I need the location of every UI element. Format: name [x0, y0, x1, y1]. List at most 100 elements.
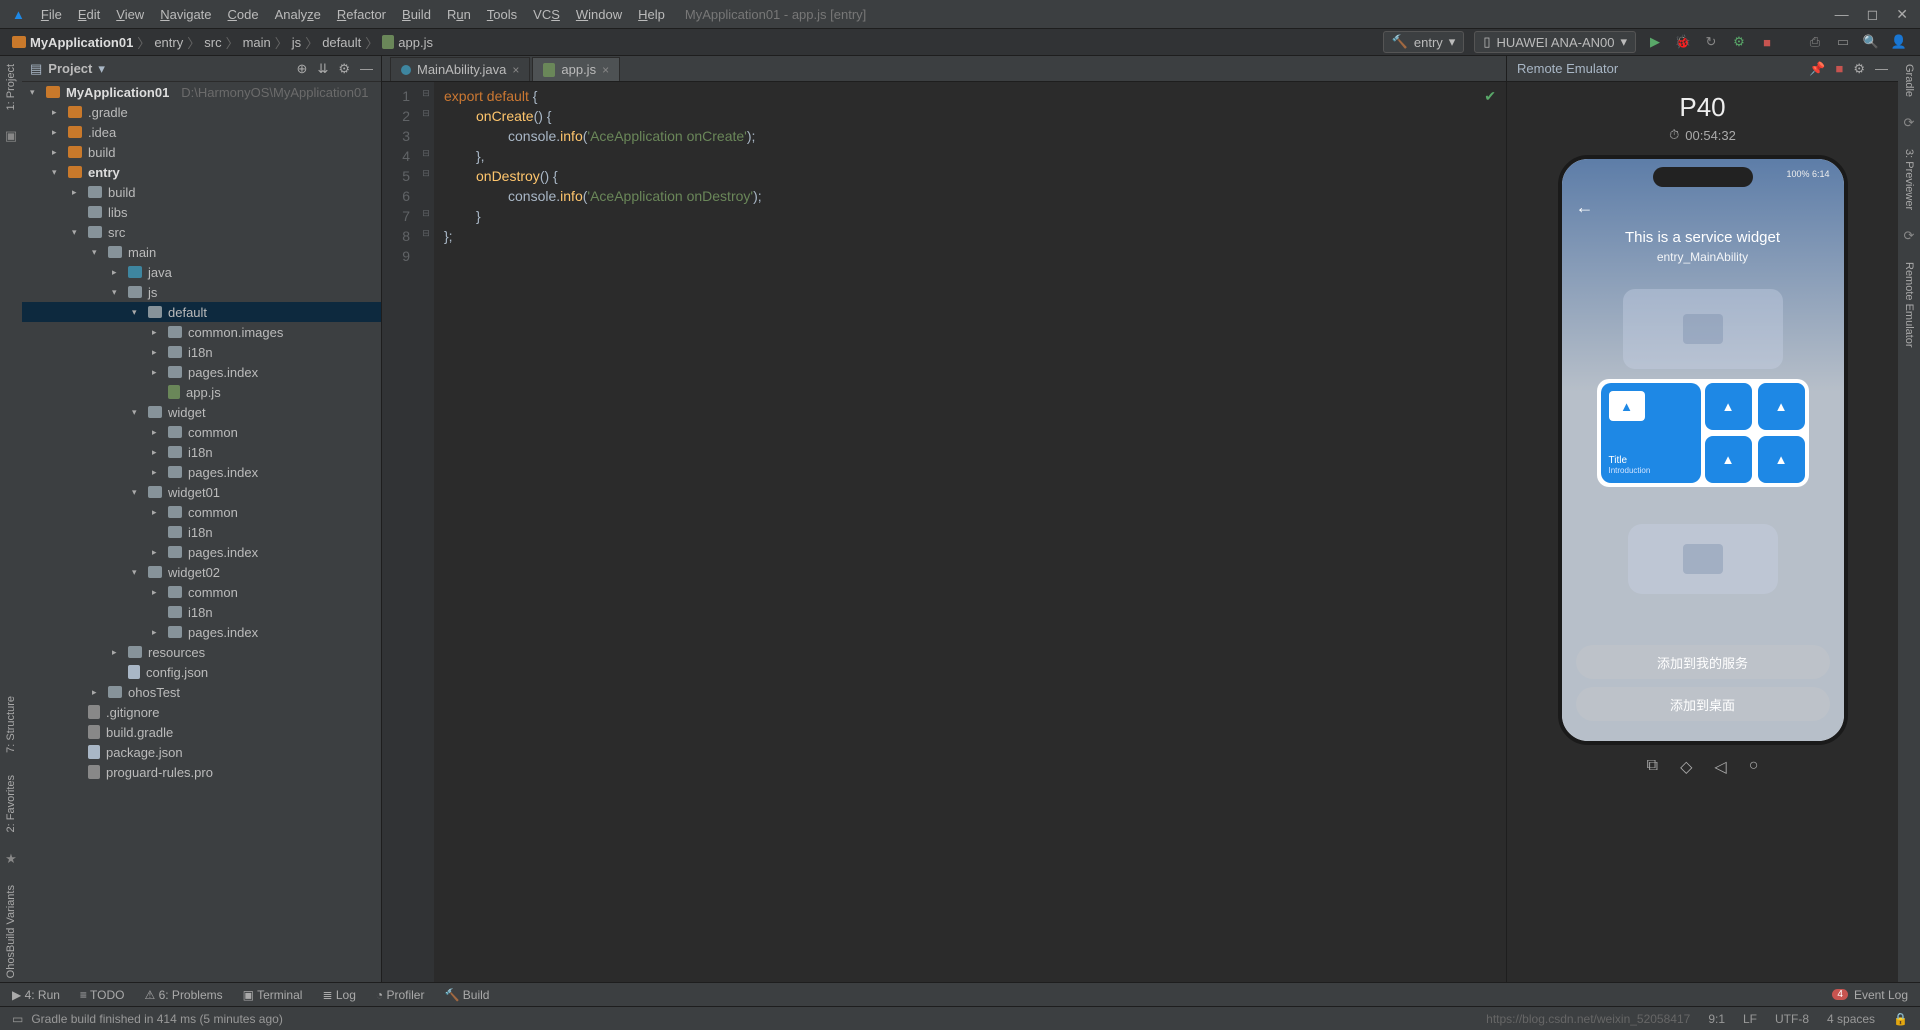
tree-i18n-d[interactable]: i18n — [188, 605, 213, 620]
build-tool[interactable]: 🔨 Build — [444, 988, 489, 1002]
stop-button[interactable]: ■ — [1758, 33, 1776, 51]
image-icon[interactable]: ▲ — [1705, 383, 1752, 430]
layout-button[interactable]: ▭ — [1834, 33, 1852, 51]
profile-button[interactable]: ⚙ — [1730, 33, 1748, 51]
tree-pages-a[interactable]: pages.index — [188, 365, 258, 380]
tab-mainability[interactable]: MainAbility.java× — [390, 57, 530, 81]
device-selector[interactable]: ▯ HUAWEI ANA-AN00 ▾ — [1474, 31, 1636, 53]
search-button[interactable]: 🔍 — [1862, 33, 1880, 51]
tree-common-c[interactable]: common — [188, 505, 238, 520]
menu-vcs[interactable]: VCS — [533, 7, 560, 22]
close-icon[interactable]: ✕ — [1896, 6, 1908, 23]
tree-i18n-c[interactable]: i18n — [188, 525, 213, 540]
screenshot-icon[interactable]: ⧉ — [1647, 757, 1658, 777]
hide-icon[interactable]: — — [360, 61, 373, 77]
tree-proguard[interactable]: proguard-rules.pro — [106, 765, 213, 780]
widget-card-large[interactable]: ▲ Title Introduction — [1601, 383, 1701, 483]
refresh-icon[interactable]: ⟳ — [1904, 115, 1915, 131]
profiler-tool[interactable]: ◔ Profiler — [376, 988, 425, 1002]
stop-emulator-icon[interactable]: ■ — [1835, 61, 1843, 77]
tree-entry[interactable]: entry — [88, 165, 120, 180]
home-icon[interactable]: ○ — [1749, 757, 1759, 777]
collapse-icon[interactable]: ⇊ — [317, 61, 328, 77]
charset[interactable]: UTF-8 — [1775, 1012, 1809, 1026]
code-editor[interactable]: 123456789 ⊟⊟⊟⊟⊟⊟ export default { onCrea… — [382, 82, 1506, 982]
menu-refactor[interactable]: Refactor — [337, 7, 386, 22]
image-icon[interactable]: ▲ — [1758, 383, 1805, 430]
tree-default[interactable]: default — [168, 305, 207, 320]
tree-common-d[interactable]: common — [188, 585, 238, 600]
menu-edit[interactable]: Edit — [78, 7, 100, 22]
analysis-ok-icon[interactable]: ✔ — [1484, 88, 1496, 105]
crumb-main[interactable]: main — [243, 35, 271, 50]
target-icon[interactable]: ⊕ — [297, 61, 308, 77]
tree-common-images[interactable]: common.images — [188, 325, 283, 340]
tab-appjs[interactable]: app.js× — [532, 57, 620, 81]
tree-configjson[interactable]: config.json — [146, 665, 208, 680]
tab-ohos-variants[interactable]: OhosBuild Variants — [3, 881, 19, 982]
tree-ohostest[interactable]: ohosTest — [128, 685, 180, 700]
tree-package[interactable]: package.json — [106, 745, 183, 760]
tree-main[interactable]: main — [128, 245, 156, 260]
tree-entry-build[interactable]: build — [108, 185, 135, 200]
coverage-button[interactable]: ↻ — [1702, 33, 1720, 51]
menu-tools[interactable]: Tools — [487, 7, 517, 22]
tree-widget01[interactable]: widget01 — [168, 485, 220, 500]
menu-navigate[interactable]: Navigate — [160, 7, 211, 22]
terminal-tool[interactable]: ▣ Terminal — [243, 988, 303, 1002]
gear-icon[interactable]: ⚙ — [338, 61, 350, 77]
menu-file[interactable]: File — [41, 7, 62, 22]
eventlog-tool[interactable]: Event Log — [1854, 988, 1908, 1002]
project-tree[interactable]: ▾MyApplication01D:\HarmonyOS\MyApplicati… — [22, 82, 381, 982]
lock-icon[interactable]: 🔒 — [1893, 1012, 1908, 1026]
tab-previewer[interactable]: 3: Previewer — [1901, 145, 1917, 214]
fold-gutter[interactable]: ⊟⊟⊟⊟⊟⊟ — [418, 82, 434, 982]
tree-common-b[interactable]: common — [188, 425, 238, 440]
menu-view[interactable]: View — [116, 7, 144, 22]
menu-build[interactable]: Build — [402, 7, 431, 22]
tree-root[interactable]: MyApplication01 — [66, 85, 169, 100]
tree-pages-b[interactable]: pages.index — [188, 465, 258, 480]
user-button[interactable]: 👤 — [1890, 33, 1908, 51]
menu-analyze[interactable]: Analyze — [275, 7, 321, 22]
tree-src[interactable]: src — [108, 225, 125, 240]
tree-buildgradle[interactable]: build.gradle — [106, 725, 173, 740]
line-ending[interactable]: LF — [1743, 1012, 1757, 1026]
problems-tool[interactable]: ⚠ 6: Problems — [145, 988, 223, 1002]
close-icon[interactable]: × — [602, 63, 609, 77]
close-icon[interactable]: × — [512, 63, 519, 77]
crumb-default[interactable]: default — [322, 35, 361, 50]
tab-remote-emulator[interactable]: Remote Emulator — [1901, 258, 1917, 352]
tree-build[interactable]: build — [88, 145, 115, 160]
phone-back-icon2[interactable]: ← — [1576, 197, 1594, 218]
tab-project[interactable]: 1: Project — [3, 60, 19, 114]
tree-js[interactable]: js — [148, 285, 157, 300]
add-to-desktop-button[interactable]: 添加到桌面 — [1576, 687, 1830, 721]
status-icon[interactable]: ▭ — [12, 1012, 23, 1026]
log-tool[interactable]: ≣ Log — [322, 988, 355, 1002]
todo-tool[interactable]: ≡ TODO — [80, 988, 125, 1002]
crumb-entry[interactable]: entry — [154, 35, 183, 50]
tree-java[interactable]: java — [148, 265, 172, 280]
menu-help[interactable]: Help — [638, 7, 665, 22]
phone-frame[interactable]: 100% 6:14 ← 100% 6:14 ← This is a servic… — [1558, 155, 1848, 745]
tree-widget02[interactable]: widget02 — [168, 565, 220, 580]
maximize-icon[interactable]: ◻ — [1867, 6, 1879, 23]
run-config-selector[interactable]: 🔨 entry ▾ — [1383, 31, 1465, 53]
crumb-js[interactable]: js — [292, 35, 301, 50]
chevron-down-icon[interactable]: ▾ — [98, 61, 105, 77]
tab-gradle[interactable]: Gradle — [1901, 60, 1917, 101]
menu-run[interactable]: Run — [447, 7, 471, 22]
crumb-project[interactable]: MyApplication01 — [30, 35, 133, 50]
run-button[interactable]: ▶ — [1646, 33, 1664, 51]
run-tool[interactable]: ▶ 4: Run — [12, 988, 60, 1002]
image-icon[interactable]: ▲ — [1705, 436, 1752, 483]
crumb-file[interactable]: app.js — [398, 35, 433, 50]
crumb-src[interactable]: src — [204, 35, 221, 50]
tab-favorites[interactable]: 2: Favorites — [3, 771, 19, 836]
menu-window[interactable]: Window — [576, 7, 622, 22]
debug-button[interactable]: 🐞 — [1674, 33, 1692, 51]
tree-i18n-a[interactable]: i18n — [188, 345, 213, 360]
back-icon[interactable]: ◁ — [1714, 757, 1726, 777]
project-pane-title[interactable]: Project — [48, 61, 92, 76]
